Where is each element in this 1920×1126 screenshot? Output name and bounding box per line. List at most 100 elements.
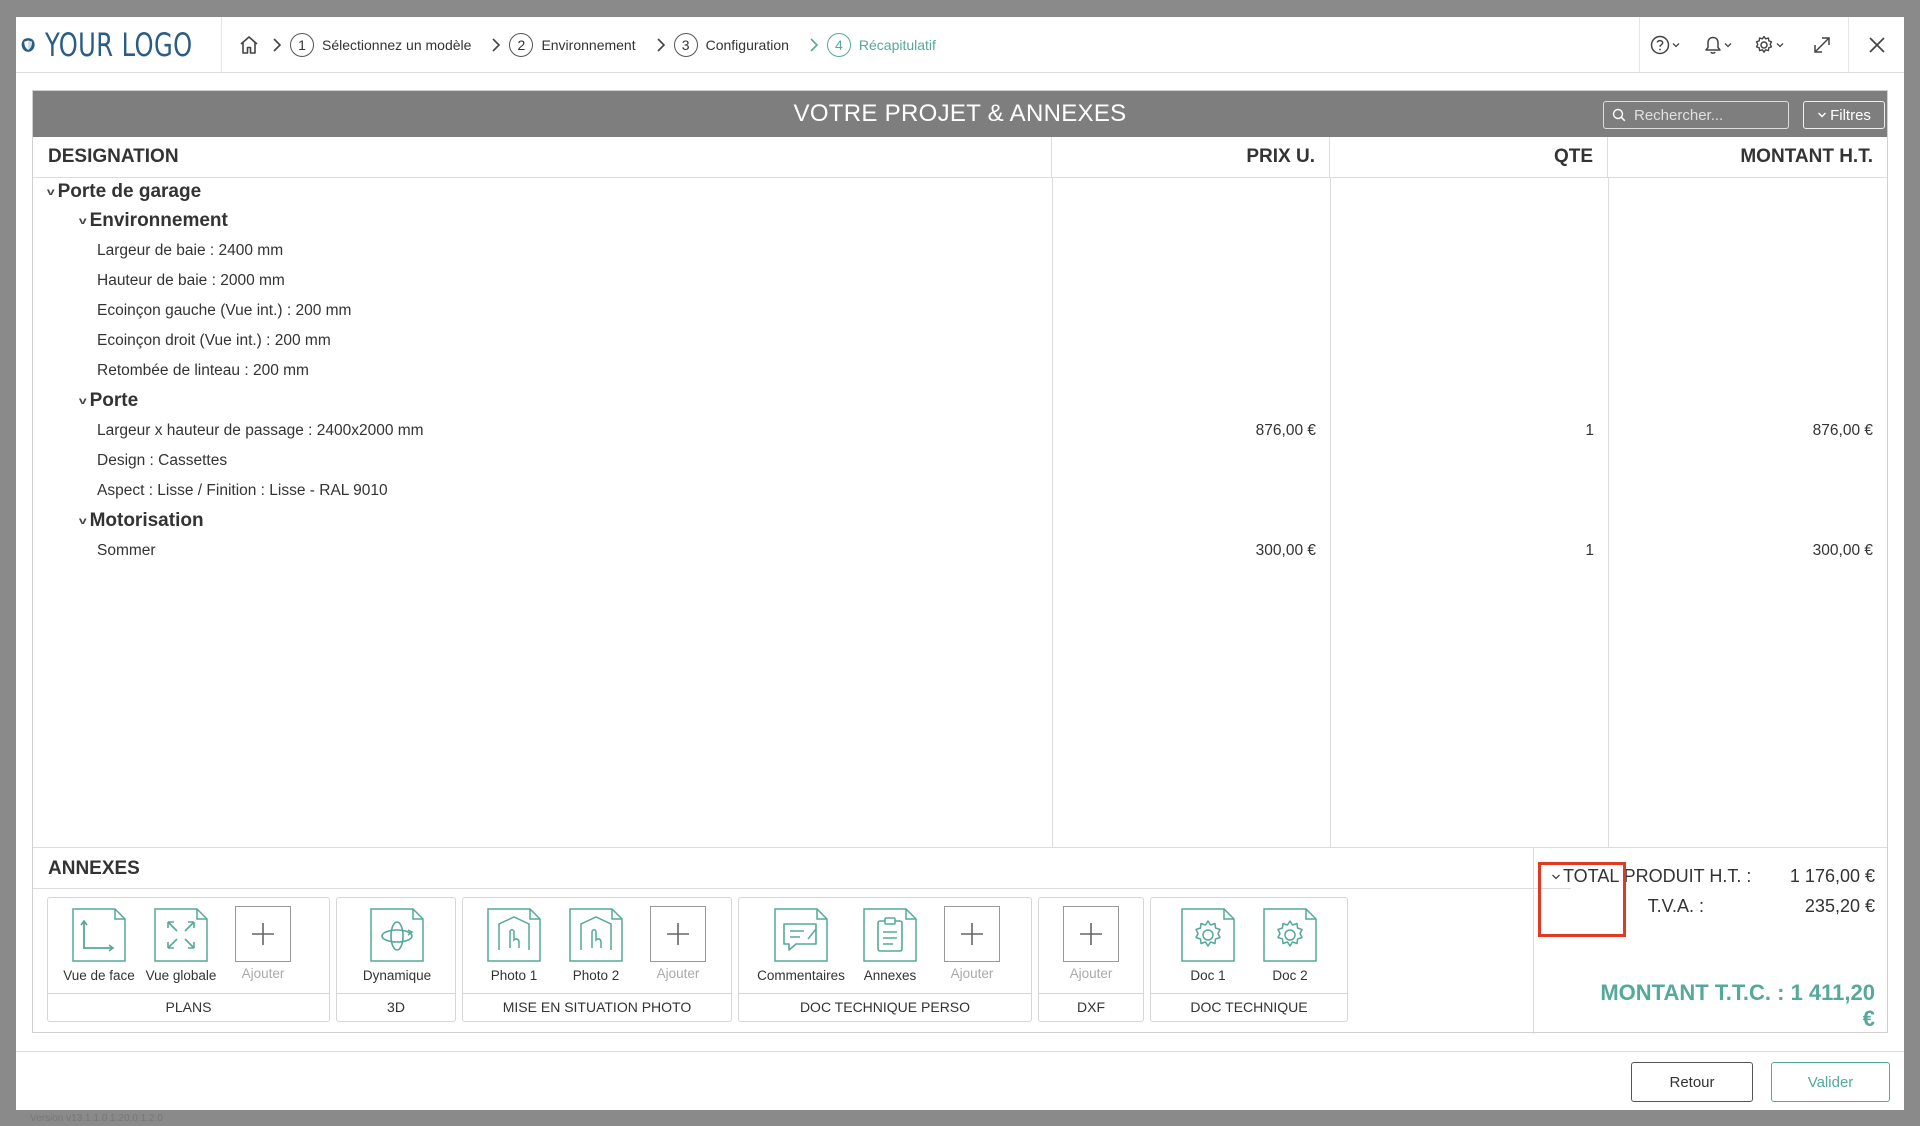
annex-tile-doc-2[interactable]: Doc 2 <box>1249 906 1331 994</box>
table-row: Design : Cassettes <box>33 447 1887 475</box>
annex-tile-vue-globale[interactable]: Vue globale <box>140 906 222 994</box>
gear-doc-icon <box>1181 908 1235 962</box>
tile-label: Ajouter <box>241 966 285 981</box>
table-row: Ecoinçon droit (Vue int.) : 200 mm <box>33 327 1887 355</box>
table-body: v Porte de garage v Environnement Largeur de… <box>33 178 1887 848</box>
group-label: PLANS <box>48 993 329 1021</box>
help-menu-button[interactable] <box>1640 17 1692 73</box>
search-input[interactable] <box>1634 106 1774 124</box>
designation-cell: Aspect : Lisse / Finition : Lisse - RAL … <box>33 482 1052 500</box>
prix-cell: 876,00 € <box>1255 422 1316 439</box>
tree-group-row[interactable]: v Porte <box>33 387 1887 415</box>
table-row: Ecoinçon gauche (Vue int.) : 200 mm <box>33 297 1887 325</box>
step-summary[interactable]: 4 Récapitulatif <box>826 32 936 57</box>
annex-tile-doc-1[interactable]: Doc 1 <box>1167 906 1249 994</box>
step-number: 4 <box>826 32 851 57</box>
col-montant: MONTANT H.T. <box>1740 146 1873 167</box>
annex-add-photo-button[interactable]: Ajouter <box>637 906 719 994</box>
tree-group-row[interactable]: v Environnement <box>33 207 1887 235</box>
tree-group-row[interactable]: v Porte de garage <box>33 178 1887 206</box>
tile-label: Commentaires <box>757 968 845 983</box>
settings-menu-button[interactable] <box>1744 17 1796 73</box>
validate-button[interactable]: Valider <box>1771 1062 1890 1102</box>
annex-add-doc-perso-button[interactable]: Ajouter <box>931 906 1013 994</box>
chevron-down-icon[interactable]: v <box>79 396 87 407</box>
group-label: DOC TECHNIQUE <box>1151 993 1347 1021</box>
search-box[interactable] <box>1603 101 1789 129</box>
help-icon <box>1650 35 1680 54</box>
bell-icon <box>1705 36 1732 54</box>
designation-cell: v Porte de garage <box>33 181 1052 203</box>
plus-icon <box>944 906 1000 962</box>
group-label: DXF <box>1039 993 1143 1021</box>
breadcrumb: 1 Sélectionnez un modèle 2 Environnement… <box>222 17 1639 73</box>
designation-cell: Ecoinçon droit (Vue int.) : 200 mm <box>33 332 1052 350</box>
plus-icon <box>650 906 706 962</box>
back-button[interactable]: Retour <box>1631 1062 1753 1102</box>
fullscreen-button[interactable] <box>1796 17 1848 73</box>
step-label: Sélectionnez un modèle <box>322 36 472 53</box>
col-qte: QTE <box>1330 137 1608 177</box>
chevron-right-icon <box>648 37 674 53</box>
version-text: Version v13.1.1.0.1.20.0.1.2.0 <box>30 1113 163 1124</box>
row-label: Ecoinçon droit (Vue int.) : 200 mm <box>97 332 331 349</box>
annex-tile-vue-de-face[interactable]: Vue de face <box>58 906 140 994</box>
close-button[interactable] <box>1848 16 1904 73</box>
row-label: Hauteur de baie : 2000 mm <box>97 272 285 289</box>
clipboard-icon <box>863 908 917 962</box>
tile-label: Photo 1 <box>490 968 538 983</box>
row-label: Ecoinçon gauche (Vue int.) : 200 mm <box>97 302 352 319</box>
designation-cell: Largeur x hauteur de passage : 2400x2000… <box>33 422 1052 440</box>
annex-group-3d: Dynamique 3D <box>336 897 456 1022</box>
logo-shield-icon <box>21 37 35 52</box>
annex-group-doc-technique: Doc 1 Doc 2 DOC TECHNIQUE <box>1150 897 1348 1022</box>
filters-button[interactable]: Filtres <box>1803 101 1885 129</box>
designation-cell: v Porte <box>33 390 1052 412</box>
step-select-model[interactable]: 1 Sélectionnez un modèle <box>290 32 472 57</box>
row-label: Largeur x hauteur de passage : 2400x2000… <box>97 422 424 439</box>
tile-label: Dynamique <box>362 968 432 983</box>
annex-tile-dynamique[interactable]: Dynamique <box>356 906 438 994</box>
annex-tile-annexes[interactable]: Annexes <box>849 906 931 994</box>
selection-highlight <box>1538 862 1626 937</box>
group-label: 3D <box>337 993 455 1021</box>
tile-label: Annexes <box>863 968 917 983</box>
designation-cell: Sommer <box>33 542 1052 560</box>
tree-group-row[interactable]: v Motorisation <box>33 507 1887 535</box>
home-icon[interactable] <box>234 30 264 60</box>
qte-cell: 1 <box>1585 542 1594 559</box>
chevron-down-icon[interactable]: v <box>79 216 87 227</box>
rotate-3d-icon <box>370 908 424 962</box>
designation-cell: Design : Cassettes <box>33 452 1052 470</box>
plan-expand-icon <box>154 908 208 962</box>
notifications-menu-button[interactable] <box>1692 17 1744 73</box>
chevron-right-icon <box>483 37 509 53</box>
row-label: Environnement <box>89 210 228 231</box>
step-environment[interactable]: 2 Environnement <box>509 32 636 57</box>
annex-tile-photo-2[interactable]: Photo 2 <box>555 906 637 994</box>
row-label: Porte <box>89 390 139 411</box>
filters-label: Filtres <box>1830 106 1871 124</box>
tile-label: Doc 2 <box>1272 968 1308 983</box>
annex-add-dxf-button[interactable]: Ajouter <box>1050 906 1132 994</box>
row-label: Motorisation <box>89 510 204 531</box>
annex-tile-photo-1[interactable]: Photo 1 <box>473 906 555 994</box>
logo-text: YOUR LOGO <box>45 25 193 64</box>
table-row: Sommer 300,00 € 1 300,00 € <box>33 537 1887 565</box>
tile-label: Vue globale <box>145 968 217 983</box>
top-bar: YOUR LOGO 1 Sélectionnez un modèle 2 Env… <box>16 16 1904 73</box>
chevron-down-icon[interactable]: v <box>79 516 87 527</box>
table-header: DESIGNATION PRIX U. QTE MONTANT H.T. <box>33 137 1887 178</box>
montant-cell: 300,00 € <box>1812 542 1873 559</box>
total-ttc: MONTANT T.T.C. : 1 411,20 € <box>1600 980 1875 1031</box>
step-number: 1 <box>290 32 314 57</box>
configurator-modal: YOUR LOGO 1 Sélectionnez un modèle 2 Env… <box>16 16 1904 1110</box>
logo[interactable]: YOUR LOGO <box>16 16 222 73</box>
chevron-down-icon <box>1818 112 1827 118</box>
step-configuration[interactable]: 3 Configuration <box>673 32 789 57</box>
annex-add-plan-button[interactable]: Ajouter <box>222 906 304 994</box>
annex-tile-commentaires[interactable]: Commentaires <box>753 906 849 994</box>
step-label: Configuration <box>705 36 789 53</box>
chevron-down-icon[interactable]: v <box>47 187 55 198</box>
plus-icon <box>1063 906 1119 962</box>
